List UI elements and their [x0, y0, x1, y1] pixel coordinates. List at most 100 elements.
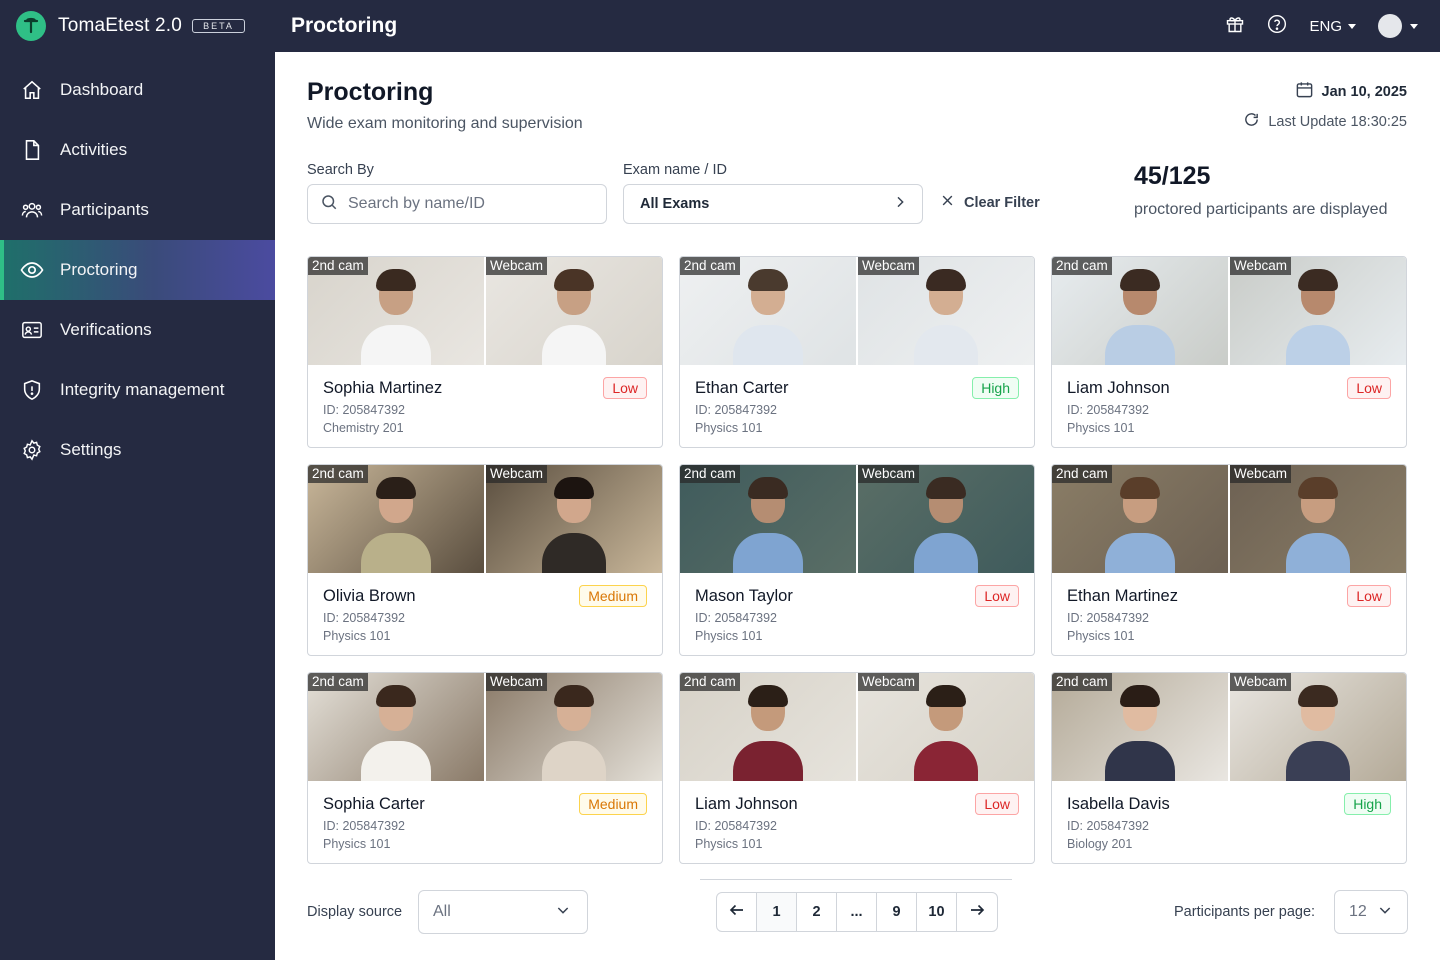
webcam-feed[interactable]: Webcam [486, 673, 662, 781]
arrow-right-icon [968, 901, 986, 923]
per-page-select[interactable]: 12 [1334, 890, 1408, 934]
person-image [1120, 477, 1160, 499]
participant-id: ID: 205847392 [1067, 819, 1150, 833]
sidebar-item-integrity-management[interactable]: Integrity management [0, 360, 275, 420]
camera-feeds: 2nd cam Webcam [1052, 673, 1406, 781]
brand-name: TomaEtest 2.0 [58, 15, 183, 36]
topbar-title: Proctoring [291, 14, 398, 37]
page-button[interactable]: 2 [797, 893, 837, 931]
search-field[interactable] [307, 184, 607, 224]
second-cam-label: 2nd cam [1052, 465, 1112, 483]
exam-select-value: All Exams [640, 196, 710, 212]
participant-card[interactable]: 2nd cam Webcam Liam Johnson ID: 20584739… [1051, 256, 1407, 448]
search-input[interactable] [348, 195, 588, 213]
display-source-select[interactable]: All [418, 890, 588, 934]
second-cam-feed[interactable]: 2nd cam [680, 257, 856, 365]
second-cam-feed[interactable]: 2nd cam [308, 257, 484, 365]
participant-name: Isabella Davis [1067, 795, 1170, 813]
participant-card[interactable]: 2nd cam Webcam Ethan Martinez ID: 205847… [1051, 464, 1407, 656]
second-cam-label: 2nd cam [1052, 673, 1112, 691]
webcam-label: Webcam [1230, 465, 1292, 483]
participant-name: Mason Taylor [695, 587, 793, 605]
second-cam-feed[interactable]: 2nd cam [1052, 465, 1228, 573]
sidebar-item-label: Verifications [60, 320, 152, 339]
refresh-icon[interactable] [1243, 111, 1260, 132]
webcam-feed[interactable]: Webcam [858, 257, 1034, 365]
page-button[interactable]: 9 [877, 893, 917, 931]
clear-filter-label: Clear Filter [964, 194, 1040, 211]
participant-card[interactable]: 2nd cam Webcam Isabella Davis ID: 205847… [1051, 672, 1407, 864]
second-cam-feed[interactable]: 2nd cam [308, 465, 484, 573]
camera-feeds: 2nd cam Webcam [1052, 465, 1406, 573]
participant-card[interactable]: 2nd cam Webcam Olivia Brown ID: 20584739… [307, 464, 663, 656]
sidebar-item-activities[interactable]: Activities [0, 120, 275, 180]
sidebar-nav: Dashboard Activities Participants Procto… [0, 60, 275, 480]
sidebar-item-dashboard[interactable]: Dashboard [0, 60, 275, 120]
page-button[interactable]: 1 [757, 893, 797, 931]
person-image [542, 533, 606, 573]
clear-filter-button[interactable]: Clear Filter [941, 194, 1040, 211]
card-body: Olivia Brown ID: 205847392 Physics 101 M… [308, 573, 662, 643]
person-image [361, 741, 431, 781]
webcam-feed[interactable]: Webcam [486, 257, 662, 365]
second-cam-feed[interactable]: 2nd cam [1052, 673, 1228, 781]
webcam-feed[interactable]: Webcam [1230, 673, 1406, 781]
second-cam-label: 2nd cam [308, 257, 368, 275]
display-source-value: All [433, 903, 451, 920]
participant-card[interactable]: 2nd cam Webcam Mason Taylor ID: 20584739… [679, 464, 1035, 656]
participant-card[interactable]: 2nd cam Webcam Ethan Carter ID: 20584739… [679, 256, 1035, 448]
participant-count: 45/125 [1134, 162, 1211, 190]
webcam-feed[interactable]: Webcam [1230, 465, 1406, 573]
gift-icon[interactable] [1225, 14, 1245, 39]
person-image [748, 685, 788, 707]
language-selector[interactable]: ENG [1309, 18, 1356, 35]
card-body: Isabella Davis ID: 205847392 Biology 201… [1052, 781, 1406, 851]
help-icon[interactable] [1267, 14, 1287, 39]
webcam-feed[interactable]: Webcam [486, 465, 662, 573]
date-text: Jan 10, 2025 [1321, 83, 1407, 100]
next-page-button[interactable] [957, 893, 997, 931]
document-icon [20, 138, 44, 162]
person-image [1286, 325, 1350, 365]
participant-card[interactable]: 2nd cam Webcam Liam Johnson ID: 20584739… [679, 672, 1035, 864]
sidebar: TomaEtest 2.0 BETA Dashboard Activities … [0, 0, 275, 960]
participant-count-caption: proctored participants are displayed [1134, 201, 1388, 218]
sidebar-item-label: Activities [60, 140, 128, 159]
person-image [914, 741, 978, 781]
participant-card[interactable]: 2nd cam Webcam Sophia Carter ID: 2058473… [307, 672, 663, 864]
risk-badge: Low [975, 585, 1019, 607]
avatar [1378, 14, 1402, 38]
user-menu[interactable] [1378, 14, 1418, 38]
second-cam-feed[interactable]: 2nd cam [1052, 257, 1228, 365]
risk-badge: Medium [579, 585, 647, 607]
camera-feeds: 2nd cam Webcam [308, 673, 662, 781]
current-date: Jan 10, 2025 [1295, 80, 1407, 103]
brand[interactable]: TomaEtest 2.0 BETA [0, 0, 275, 52]
person-image [1105, 325, 1175, 365]
person-image [748, 269, 788, 291]
participant-id: ID: 205847392 [695, 403, 778, 417]
card-body: Liam Johnson ID: 205847392 Physics 101 L… [1052, 365, 1406, 435]
participant-name: Liam Johnson [1067, 379, 1170, 397]
sidebar-item-proctoring[interactable]: Proctoring [0, 240, 275, 300]
second-cam-feed[interactable]: 2nd cam [308, 673, 484, 781]
participant-course: Physics 101 [695, 629, 763, 643]
card-body: Liam Johnson ID: 205847392 Physics 101 L… [680, 781, 1034, 851]
participant-card[interactable]: 2nd cam Webcam Sophia Martinez ID: 20584… [307, 256, 663, 448]
sidebar-item-settings[interactable]: Settings [0, 420, 275, 480]
camera-feeds: 2nd cam Webcam [680, 465, 1034, 573]
webcam-feed[interactable]: Webcam [1230, 257, 1406, 365]
person-image [542, 741, 606, 781]
second-cam-feed[interactable]: 2nd cam [680, 673, 856, 781]
page-button[interactable]: 10 [917, 893, 957, 931]
risk-badge: Low [1347, 377, 1391, 399]
previous-page-button[interactable] [717, 893, 757, 931]
second-cam-feed[interactable]: 2nd cam [680, 465, 856, 573]
participant-name: Ethan Martinez [1067, 587, 1178, 605]
exam-select[interactable]: All Exams [623, 184, 923, 224]
webcam-feed[interactable]: Webcam [858, 465, 1034, 573]
sidebar-item-verifications[interactable]: Verifications [0, 300, 275, 360]
second-cam-label: 2nd cam [680, 257, 740, 275]
sidebar-item-participants[interactable]: Participants [0, 180, 275, 240]
webcam-feed[interactable]: Webcam [858, 673, 1034, 781]
